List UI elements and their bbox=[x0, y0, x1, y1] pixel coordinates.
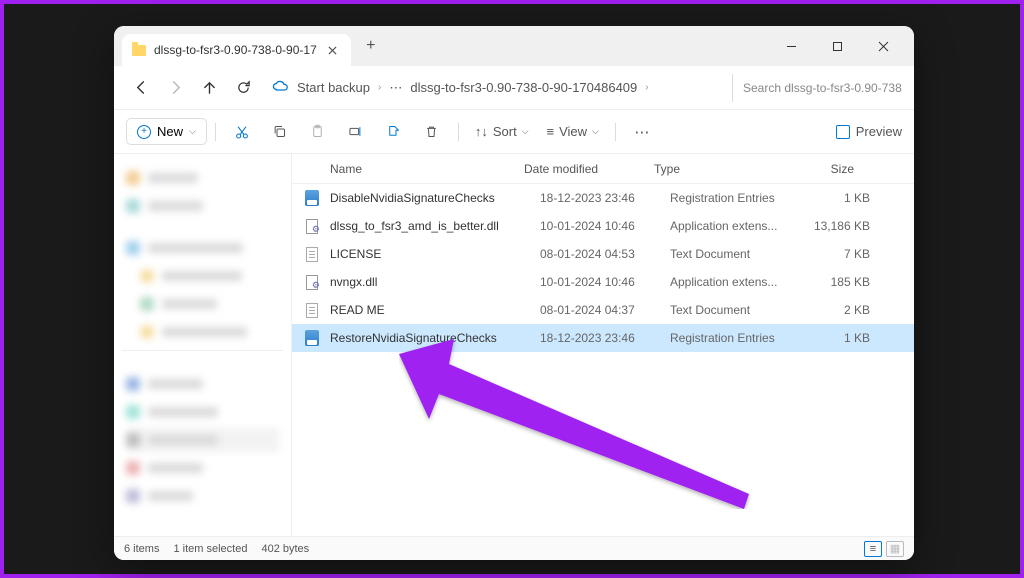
file-size: 185 KB bbox=[800, 275, 870, 289]
new-button[interactable]: + New ⌵ bbox=[126, 118, 207, 145]
file-name: dlssg_to_fsr3_amd_is_better.dll bbox=[330, 219, 540, 233]
file-date: 08-01-2024 04:53 bbox=[540, 247, 670, 261]
file-name: RestoreNvidiaSignatureChecks bbox=[330, 331, 540, 345]
file-list-pane: ⌃ Name Date modified Type Size DisableNv… bbox=[292, 154, 914, 536]
table-row[interactable]: LICENSE 08-01-2024 04:53 Text Document 7… bbox=[292, 240, 914, 268]
address-bar: Start backup › ⋯ dlssg-to-fsr3-0.90-738-… bbox=[114, 66, 914, 110]
file-list: DisableNvidiaSignatureChecks 18-12-2023 … bbox=[292, 184, 914, 536]
view-button[interactable]: ≡ View ⌵ bbox=[539, 120, 607, 143]
search-input[interactable]: Search dlssg-to-fsr3-0.90-738 bbox=[732, 74, 902, 102]
file-date: 10-01-2024 10:46 bbox=[540, 219, 670, 233]
chevron-right-icon: › bbox=[645, 82, 648, 93]
up-button[interactable] bbox=[194, 73, 224, 103]
col-size[interactable]: Size bbox=[784, 162, 854, 176]
preview-label: Preview bbox=[856, 124, 902, 139]
chevron-down-icon: ⌵ bbox=[189, 126, 196, 137]
file-type: Registration Entries bbox=[670, 191, 800, 205]
sort-button[interactable]: ↑↓ Sort ⌵ bbox=[467, 120, 537, 143]
tab-title: dlssg-to-fsr3-0.90-738-0-90-17 bbox=[154, 43, 317, 57]
table-row[interactable]: RestoreNvidiaSignatureChecks 18-12-2023 … bbox=[292, 324, 914, 352]
file-icon bbox=[304, 274, 320, 290]
file-name: DisableNvidiaSignatureChecks bbox=[330, 191, 540, 205]
close-tab-icon[interactable] bbox=[325, 42, 341, 58]
file-explorer-window: dlssg-to-fsr3-0.90-738-0-90-17 + Start b… bbox=[114, 26, 914, 560]
cut-button[interactable] bbox=[224, 116, 260, 148]
toolbar: + New ⌵ ↑↓ Sort ⌵ ≡ View ⌵ ⋯ Preview bbox=[114, 110, 914, 154]
window-controls bbox=[768, 26, 906, 66]
body-area: ⌃ Name Date modified Type Size DisableNv… bbox=[114, 154, 914, 536]
col-name[interactable]: Name bbox=[304, 162, 524, 176]
minimize-button[interactable] bbox=[768, 26, 814, 66]
file-size: 1 KB bbox=[800, 331, 870, 345]
table-row[interactable]: dlssg_to_fsr3_amd_is_better.dll 10-01-20… bbox=[292, 212, 914, 240]
item-count: 6 items bbox=[124, 543, 159, 555]
back-button[interactable] bbox=[126, 73, 156, 103]
close-button[interactable] bbox=[860, 26, 906, 66]
file-size: 7 KB bbox=[800, 247, 870, 261]
column-headers[interactable]: ⌃ Name Date modified Type Size bbox=[292, 154, 914, 184]
paste-button[interactable] bbox=[300, 116, 336, 148]
chevron-right-icon: › bbox=[378, 82, 381, 93]
forward-button[interactable] bbox=[160, 73, 190, 103]
file-icon bbox=[304, 246, 320, 262]
file-type: Application extens... bbox=[670, 275, 800, 289]
file-name: nvngx.dll bbox=[330, 275, 540, 289]
table-row[interactable]: DisableNvidiaSignatureChecks 18-12-2023 … bbox=[292, 184, 914, 212]
selection-count: 1 item selected bbox=[173, 543, 247, 555]
view-icon: ≡ bbox=[547, 124, 555, 139]
more-button[interactable]: ⋯ bbox=[624, 116, 660, 148]
chevron-down-icon: ⌵ bbox=[592, 126, 599, 137]
table-row[interactable]: nvngx.dll 10-01-2024 10:46 Application e… bbox=[292, 268, 914, 296]
sort-icon: ↑↓ bbox=[475, 124, 488, 139]
file-icon bbox=[304, 330, 320, 346]
file-type: Text Document bbox=[670, 247, 800, 261]
breadcrumb[interactable]: Start backup › ⋯ dlssg-to-fsr3-0.90-738-… bbox=[262, 78, 728, 98]
col-date[interactable]: Date modified bbox=[524, 162, 654, 176]
file-type: Text Document bbox=[670, 303, 800, 317]
cloud-icon bbox=[272, 78, 289, 98]
delete-button[interactable] bbox=[414, 116, 450, 148]
preview-button[interactable]: Preview bbox=[836, 124, 902, 139]
file-icon bbox=[304, 190, 320, 206]
view-label: View bbox=[559, 124, 587, 139]
new-tab-button[interactable]: + bbox=[356, 31, 386, 61]
file-icon bbox=[304, 218, 320, 234]
breadcrumb-backup[interactable]: Start backup bbox=[297, 80, 370, 95]
file-date: 18-12-2023 23:46 bbox=[540, 331, 670, 345]
col-type[interactable]: Type bbox=[654, 162, 784, 176]
grid-view-icon[interactable]: ▦ bbox=[886, 541, 904, 557]
sort-label: Sort bbox=[493, 124, 517, 139]
active-tab[interactable]: dlssg-to-fsr3-0.90-738-0-90-17 bbox=[122, 34, 351, 66]
rename-button[interactable] bbox=[338, 116, 374, 148]
selection-size: 402 bytes bbox=[261, 543, 309, 555]
preview-icon bbox=[836, 125, 850, 139]
titlebar: dlssg-to-fsr3-0.90-738-0-90-17 + bbox=[114, 26, 914, 66]
file-date: 18-12-2023 23:46 bbox=[540, 191, 670, 205]
folder-icon bbox=[132, 45, 146, 56]
file-type: Application extens... bbox=[670, 219, 800, 233]
plus-icon: + bbox=[137, 125, 151, 139]
file-name: LICENSE bbox=[330, 247, 540, 261]
file-date: 10-01-2024 10:46 bbox=[540, 275, 670, 289]
file-size: 13,186 KB bbox=[800, 219, 870, 233]
file-date: 08-01-2024 04:37 bbox=[540, 303, 670, 317]
share-button[interactable] bbox=[376, 116, 412, 148]
maximize-button[interactable] bbox=[814, 26, 860, 66]
refresh-button[interactable] bbox=[228, 73, 258, 103]
file-type: Registration Entries bbox=[670, 331, 800, 345]
breadcrumb-overflow[interactable]: ⋯ bbox=[389, 80, 402, 96]
file-name: READ ME bbox=[330, 303, 540, 317]
breadcrumb-current[interactable]: dlssg-to-fsr3-0.90-738-0-90-170486409 bbox=[410, 80, 637, 95]
status-bar: 6 items 1 item selected 402 bytes ≡ ▦ bbox=[114, 536, 914, 560]
file-size: 2 KB bbox=[800, 303, 870, 317]
table-row[interactable]: READ ME 08-01-2024 04:37 Text Document 2… bbox=[292, 296, 914, 324]
details-view-icon[interactable]: ≡ bbox=[864, 541, 882, 557]
chevron-down-icon: ⌵ bbox=[522, 126, 529, 137]
file-icon bbox=[304, 302, 320, 318]
nav-sidebar[interactable] bbox=[114, 154, 292, 536]
file-size: 1 KB bbox=[800, 191, 870, 205]
new-label: New bbox=[157, 124, 183, 139]
copy-button[interactable] bbox=[262, 116, 298, 148]
